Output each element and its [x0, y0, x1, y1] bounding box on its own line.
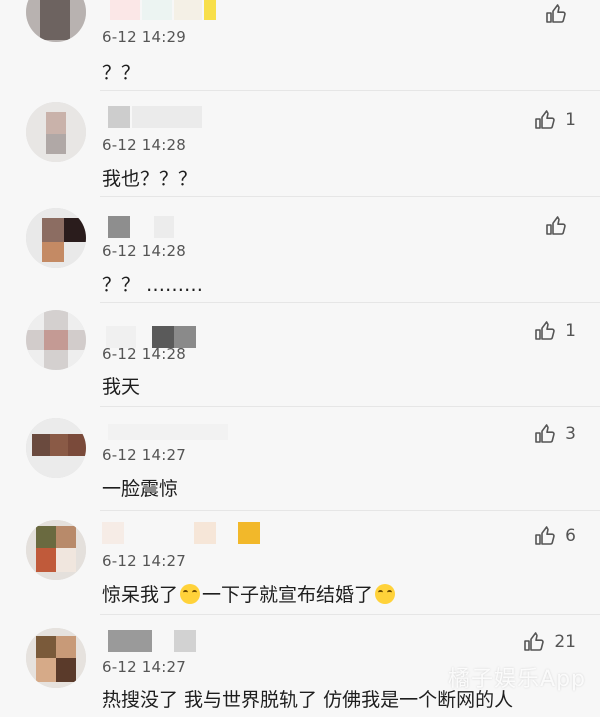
avatar[interactable] — [26, 310, 86, 370]
like-count: 6 — [565, 526, 576, 546]
avatar[interactable] — [26, 418, 86, 478]
avatar[interactable] — [26, 520, 86, 580]
comment-time: 6-12 14:27 — [102, 446, 187, 464]
comment-list: 6-12 14:29 ？？ 6-12 14:28 我也？？？ 1 6-12 14… — [0, 0, 600, 717]
thumbs-up-icon — [533, 108, 557, 132]
crying-laughing-emoji-icon — [180, 584, 201, 604]
comment-text-part: 惊呆我了 — [102, 584, 179, 606]
comment-text: ？？ ……… — [102, 274, 204, 296]
like-button[interactable]: 21 — [522, 630, 576, 654]
like-count: 21 — [554, 632, 576, 652]
comment-text: ？？ — [102, 62, 141, 84]
comment-item: 6-12 14:27 惊呆我了 一下子就宣布结婚了 6 — [0, 510, 600, 614]
comment-text: 一脸震惊 — [102, 478, 179, 500]
comment-time: 6-12 14:27 — [102, 658, 187, 676]
like-button[interactable] — [544, 214, 576, 238]
like-button[interactable] — [544, 2, 576, 26]
avatar[interactable] — [26, 0, 86, 42]
avatar[interactable] — [26, 628, 86, 688]
thumbs-up-icon — [544, 214, 568, 238]
thumbs-up-icon — [533, 422, 557, 446]
avatar[interactable] — [26, 102, 86, 162]
comment-item: 6-12 14:28 ？？ ……… — [0, 196, 600, 302]
like-count: 1 — [565, 321, 576, 341]
like-button[interactable]: 1 — [533, 319, 576, 343]
like-count: 3 — [565, 424, 576, 444]
comment-item: 6-12 14:29 ？？ — [0, 0, 600, 90]
comment-text: 我天 — [102, 376, 141, 398]
comment-time: 6-12 14:28 — [102, 136, 187, 154]
watermark: 橘子娱乐App — [448, 667, 586, 692]
comment-time: 6-12 14:28 — [102, 345, 187, 363]
comment-text-part: 一下子就宣布结婚了 — [202, 584, 374, 606]
comment-time: 6-12 14:28 — [102, 242, 187, 260]
comment-text: 惊呆我了 一下子就宣布结婚了 — [102, 580, 397, 607]
comment-text: 我也？？？ — [102, 168, 198, 190]
comment-item: 6-12 14:28 我天 1 — [0, 302, 600, 406]
like-button[interactable]: 6 — [533, 524, 576, 548]
like-button[interactable]: 3 — [533, 422, 576, 446]
like-button[interactable]: 1 — [533, 108, 576, 132]
like-count: 1 — [565, 110, 576, 130]
thumbs-up-icon — [533, 319, 557, 343]
comment-item: 6-12 14:28 我也？？？ 1 — [0, 90, 600, 196]
comment-item: 6-12 14:27 一脸震惊 3 — [0, 406, 600, 510]
comment-time: 6-12 14:29 — [102, 28, 187, 46]
comment-time: 6-12 14:27 — [102, 552, 187, 570]
avatar[interactable] — [26, 208, 86, 268]
thumbs-up-icon — [544, 2, 568, 26]
crying-laughing-emoji-icon — [375, 584, 396, 604]
thumbs-up-icon — [533, 524, 557, 548]
thumbs-up-icon — [522, 630, 546, 654]
